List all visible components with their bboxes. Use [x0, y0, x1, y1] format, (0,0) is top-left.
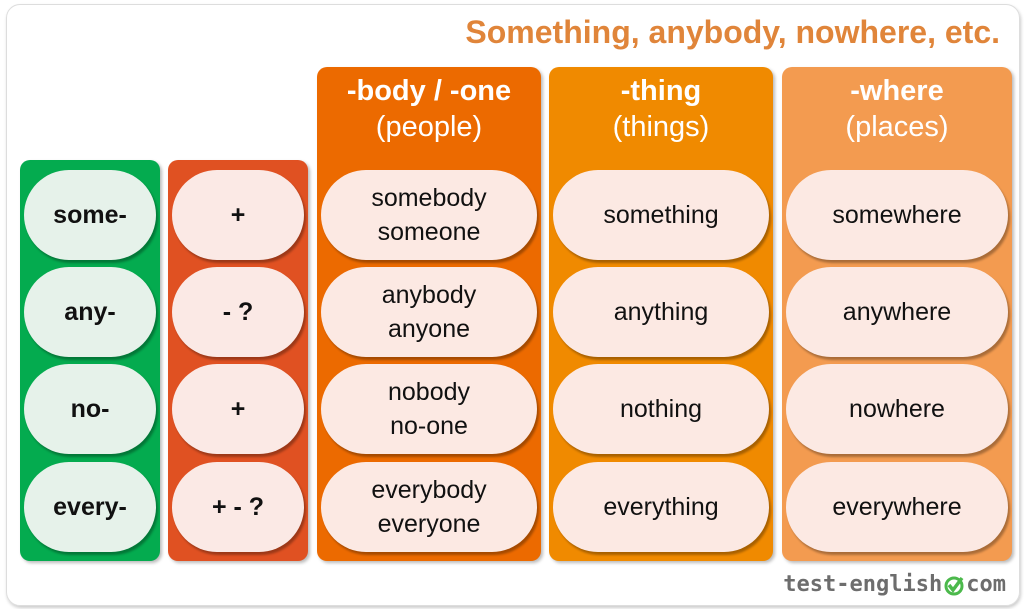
word-pill: nowhere	[786, 364, 1008, 454]
pill-text: some-	[53, 201, 127, 229]
pill: +	[172, 364, 304, 454]
word: everybody	[371, 476, 487, 504]
word: someone	[377, 218, 481, 246]
pill: every-	[24, 462, 156, 552]
word: nowhere	[849, 395, 945, 423]
word: something	[603, 201, 719, 229]
prefix-column: some-any-no-every-	[20, 160, 160, 561]
word-pill: nothing	[553, 364, 769, 454]
column-2: -where (places) somewhere anywhere nowhere ev…	[782, 67, 1012, 561]
word-pill: somewhere	[786, 170, 1008, 260]
pill-text: any-	[64, 298, 116, 326]
header-title: -body / -one	[346, 75, 512, 107]
word-pill: nobody no-one	[321, 364, 537, 454]
word-pill: everywhere	[786, 462, 1008, 552]
pill: some-	[24, 170, 156, 260]
word-pill: anything	[553, 267, 769, 357]
header-subtitle: (places)	[845, 111, 949, 143]
word-pill: something	[553, 170, 769, 260]
pill: + - ?	[172, 462, 304, 552]
pill-text: every-	[53, 493, 127, 521]
column-header: -thing (things)	[549, 67, 773, 145]
word: anything	[613, 298, 709, 326]
word-pill: anywhere	[786, 267, 1008, 357]
word-pill: anybody anyone	[321, 267, 537, 357]
word: everywhere	[832, 493, 962, 521]
page-title: Something, anybody, nowhere, etc.	[465, 14, 1000, 50]
pill-text: no-	[70, 395, 110, 423]
word: anybody	[381, 281, 477, 309]
column-1: -thing (things) something anything nothing ev…	[549, 67, 773, 561]
word: anyone	[387, 315, 471, 343]
word: somebody	[371, 184, 487, 212]
pill: - ?	[172, 267, 304, 357]
header-subtitle: (things)	[612, 111, 710, 143]
word-pill: somebody someone	[321, 170, 537, 260]
pill-text: +	[230, 201, 246, 229]
column-header: -body / -one (people)	[317, 67, 541, 145]
word: everyone	[377, 510, 481, 538]
header-subtitle: (people)	[375, 111, 483, 143]
pill-text: - ?	[222, 298, 254, 326]
header-title: -where	[850, 75, 944, 107]
word: everything	[603, 493, 719, 521]
logo-text-suffix: com	[966, 572, 1006, 597]
pill-text: +	[230, 395, 246, 423]
word: nobody	[387, 378, 471, 406]
pill-text: + - ?	[211, 493, 265, 521]
header-title: -thing	[620, 75, 702, 107]
word-pill: everything	[553, 462, 769, 552]
logo-text: test-english	[783, 572, 943, 597]
word: nothing	[619, 395, 703, 423]
word: anywhere	[842, 298, 952, 326]
column-0: -body / -one (people) somebody someone anybo…	[317, 67, 541, 561]
word: somewhere	[832, 201, 962, 229]
column-header: -where (places)	[782, 67, 1012, 145]
sign-column: + - ? + + - ?	[168, 160, 308, 561]
word: no-one	[390, 412, 468, 440]
check-circle-icon	[944, 576, 964, 595]
pill: +	[172, 170, 304, 260]
pill: no-	[24, 364, 156, 454]
pill: any-	[24, 267, 156, 357]
word-pill: everybody everyone	[321, 462, 537, 552]
logo: test-english com	[783, 572, 1006, 597]
